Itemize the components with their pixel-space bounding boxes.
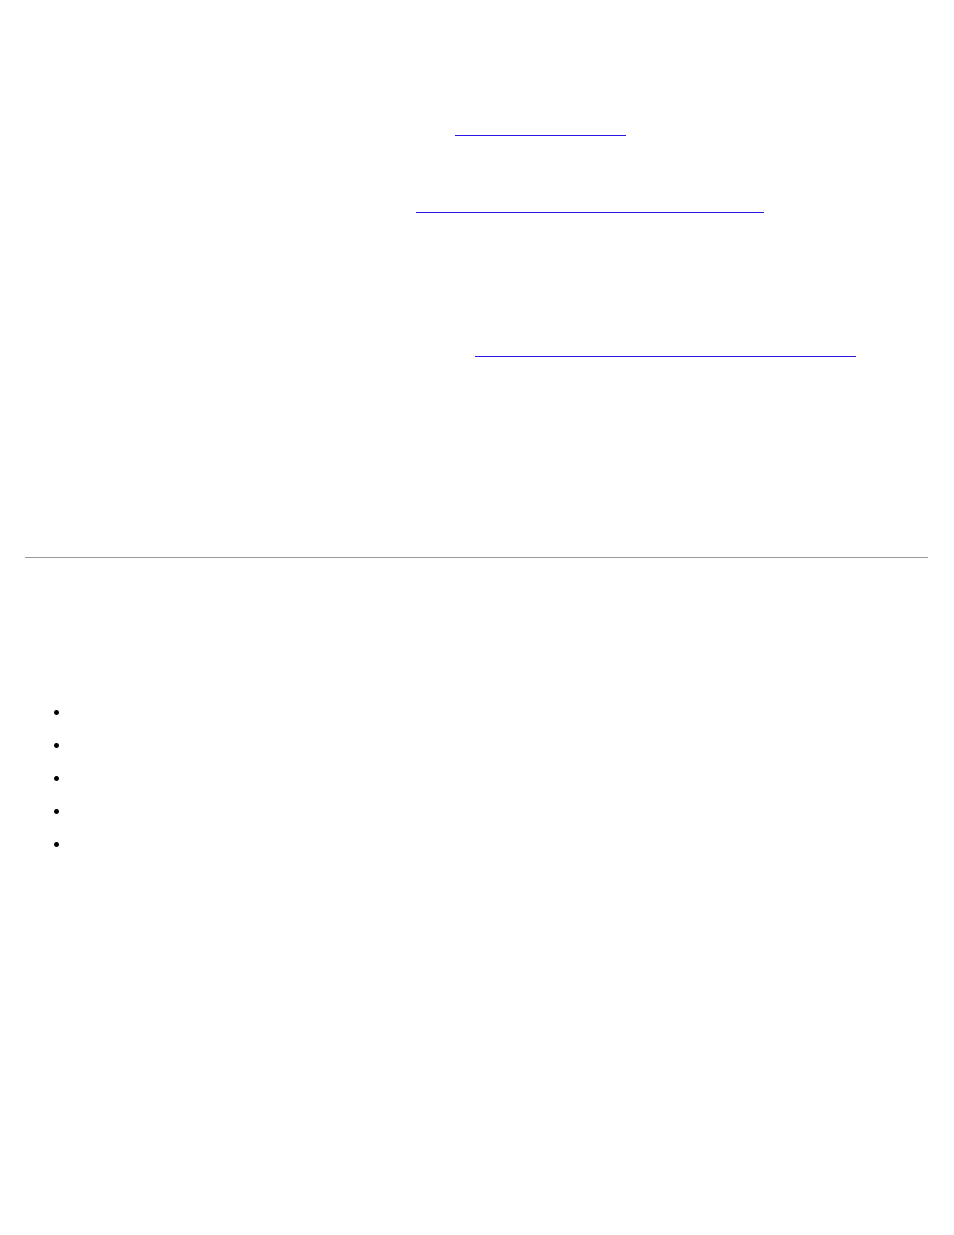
divider <box>25 557 928 558</box>
link-3[interactable] <box>475 356 856 357</box>
link-1[interactable] <box>455 135 626 136</box>
page-root <box>0 0 954 1235</box>
link-2[interactable] <box>416 212 764 213</box>
